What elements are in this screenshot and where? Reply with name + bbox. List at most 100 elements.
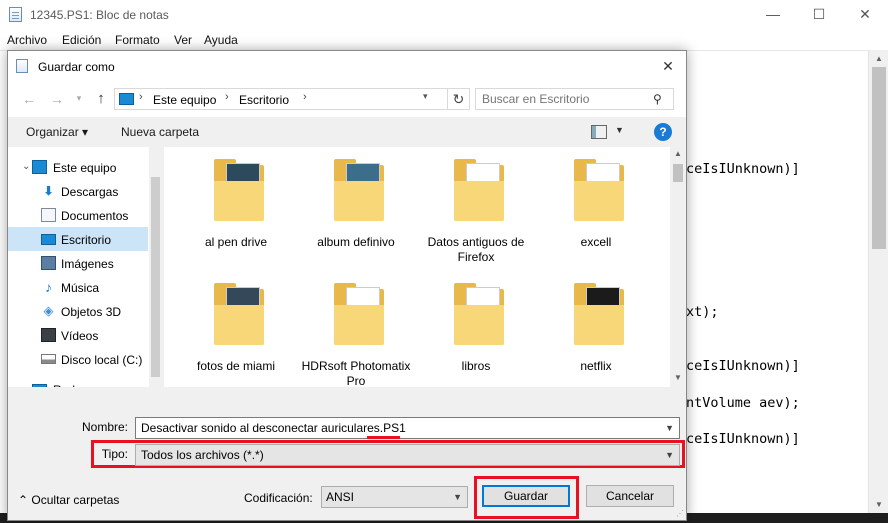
notepad-vertical-scrollbar[interactable]: ▲ ▼ [868, 50, 888, 513]
type-select[interactable]: Todos los archivos (*.*) ▼ [135, 444, 680, 466]
nav-item-imagenes[interactable]: Imágenes [8, 251, 148, 275]
address-bar[interactable]: › Este equipo › Escritorio › ▾ [114, 88, 448, 110]
recent-chevron-icon[interactable]: ▾ [70, 89, 88, 107]
nav-item-escritorio[interactable]: Escritorio [8, 227, 148, 251]
download-icon: ⬇ [43, 184, 54, 198]
dialog-titlebar: Guardar como ✕ [8, 51, 686, 81]
chevron-down-icon[interactable]: ▼ [615, 125, 624, 135]
chevron-down-icon[interactable]: ▼ [665, 445, 674, 465]
notepad-titlebar: 12345.PS1: Bloc de notas — ☐ ✕ [0, 0, 888, 30]
folder-icon [574, 159, 624, 221]
nav-item-label: Documentos [61, 209, 129, 223]
menu-edicion[interactable]: Edición [62, 33, 101, 47]
view-options-icon[interactable] [591, 125, 607, 139]
chevron-right-icon[interactable]: › [139, 91, 143, 103]
save-as-dialog: Guardar como ✕ ← → ▾ ↑ › Este equipo › E… [7, 50, 687, 521]
nav-item-label: Vídeos [61, 329, 99, 343]
nav-item-documentos[interactable]: Documentos [8, 203, 148, 227]
folder-item[interactable]: al pen drive [178, 147, 294, 265]
menu-ayuda[interactable]: Ayuda [204, 33, 238, 47]
search-input[interactable] [475, 88, 674, 110]
menu-formato[interactable]: Formato [115, 33, 160, 47]
nav-item-label: Imágenes [61, 257, 114, 271]
nav-item-este-equipo[interactable]: ⌄ Este equipo [8, 155, 148, 179]
chevron-right-icon[interactable]: › [225, 91, 229, 103]
folder-label: album definivo [317, 235, 395, 249]
music-icon: ♪ [45, 279, 52, 295]
folder-icon [334, 283, 384, 345]
scroll-down-icon[interactable]: ▼ [869, 496, 888, 513]
scroll-thumb[interactable] [673, 164, 683, 182]
folder-label: excell [580, 235, 612, 249]
nav-item-label: Descargas [61, 185, 119, 199]
notepad-title: 12345.PS1: Bloc de notas [30, 8, 169, 22]
close-icon[interactable]: ✕ [654, 53, 682, 79]
folder-item[interactable]: excell [538, 147, 654, 265]
nav-item-label: Disco local (C:) [61, 353, 143, 367]
nav-item-objetos-3d[interactable]: ◈ Objetos 3D [8, 299, 148, 323]
encoding-select[interactable]: ANSI ▼ [321, 486, 468, 508]
save-button[interactable]: Guardar [482, 485, 570, 507]
breadcrumb-escritorio[interactable]: Escritorio [239, 93, 289, 107]
up-arrow-icon[interactable]: ↑ [92, 90, 110, 108]
scroll-thumb[interactable] [151, 177, 160, 377]
chevron-up-icon: ⌃ [18, 493, 32, 507]
resize-grip-icon[interactable]: ⋰ [676, 509, 684, 518]
back-arrow-icon[interactable]: ← [20, 90, 38, 108]
code-line: ceIsIUnknown)] [686, 161, 800, 177]
folder-label: Datos antiguos de Firefox [427, 235, 525, 264]
notepad-icon [9, 7, 22, 22]
computer-icon [32, 160, 47, 174]
new-folder-button[interactable]: Nueva carpeta [121, 125, 199, 139]
address-row: ← → ▾ ↑ › Este equipo › Escritorio › ▾ ↻… [8, 81, 686, 117]
filename-label: Nombre: [81, 420, 128, 434]
folder-icon [574, 283, 624, 345]
folder-label: libros [461, 359, 491, 373]
chevron-down-icon[interactable]: ▼ [453, 487, 462, 507]
nav-item-label: Este equipo [53, 161, 117, 175]
encoding-label: Codificación: [244, 491, 313, 505]
documents-icon [41, 208, 56, 222]
folder-item[interactable]: libros [418, 271, 534, 389]
organize-button[interactable]: Organizar ▾ [26, 125, 88, 139]
nav-item-videos[interactable]: Vídeos [8, 323, 148, 347]
file-list-scrollbar[interactable]: ▲ ▼ [670, 147, 686, 387]
forward-arrow-icon[interactable]: → [48, 90, 66, 108]
chevron-down-icon[interactable]: ▾ [423, 91, 428, 102]
folder-item[interactable]: fotos de miami [178, 271, 294, 389]
nav-item-musica[interactable]: ♪ Música [8, 275, 148, 299]
scroll-thumb[interactable] [872, 67, 886, 249]
nav-item-descargas[interactable]: ⬇ Descargas [8, 179, 148, 203]
menu-archivo[interactable]: Archivo [7, 33, 47, 47]
scroll-down-icon[interactable]: ▼ [670, 373, 686, 382]
filename-value: Desactivar sonido al desconectar auricul… [141, 421, 406, 435]
help-icon[interactable]: ? [654, 123, 672, 141]
chevron-down-icon[interactable]: ⌄ [22, 161, 30, 172]
folder-item[interactable]: netflix [538, 271, 654, 389]
chevron-right-icon[interactable]: › [303, 91, 307, 103]
scroll-up-icon[interactable]: ▲ [670, 149, 686, 158]
close-button[interactable]: ✕ [842, 0, 888, 30]
folder-item[interactable]: Datos antiguos de Firefox [418, 147, 534, 265]
code-line: ceIsIUnknown)] [686, 358, 800, 374]
folder-item[interactable]: album definivo [298, 147, 414, 265]
cancel-button[interactable]: Cancelar [586, 485, 674, 507]
nav-pane-scrollbar[interactable] [149, 147, 162, 387]
minimize-button[interactable]: — [750, 0, 796, 30]
menu-ver[interactable]: Ver [174, 33, 192, 47]
filename-field[interactable]: Desactivar sonido al desconectar auricul… [135, 417, 680, 439]
pictures-icon [41, 256, 56, 270]
folder-item[interactable]: HDRsoft Photomatix Pro [298, 271, 414, 389]
refresh-icon[interactable]: ↻ [448, 88, 470, 110]
breadcrumb-este-equipo[interactable]: Este equipo [153, 93, 216, 107]
dialog-title: Guardar como [38, 60, 115, 74]
scroll-up-icon[interactable]: ▲ [869, 50, 888, 67]
hide-folders-button[interactable]: ⌃ Ocultar carpetas [18, 493, 119, 507]
notepad-menubar: Archivo Edición Formato Ver Ayuda [0, 30, 888, 50]
hide-folders-label: Ocultar carpetas [31, 493, 120, 507]
chevron-down-icon[interactable]: ▼ [665, 418, 674, 438]
nav-item-disco-local[interactable]: Disco local (C:) [8, 347, 148, 371]
maximize-button[interactable]: ☐ [796, 0, 842, 30]
folder-label: fotos de miami [196, 359, 276, 373]
folder-icon [454, 283, 504, 345]
